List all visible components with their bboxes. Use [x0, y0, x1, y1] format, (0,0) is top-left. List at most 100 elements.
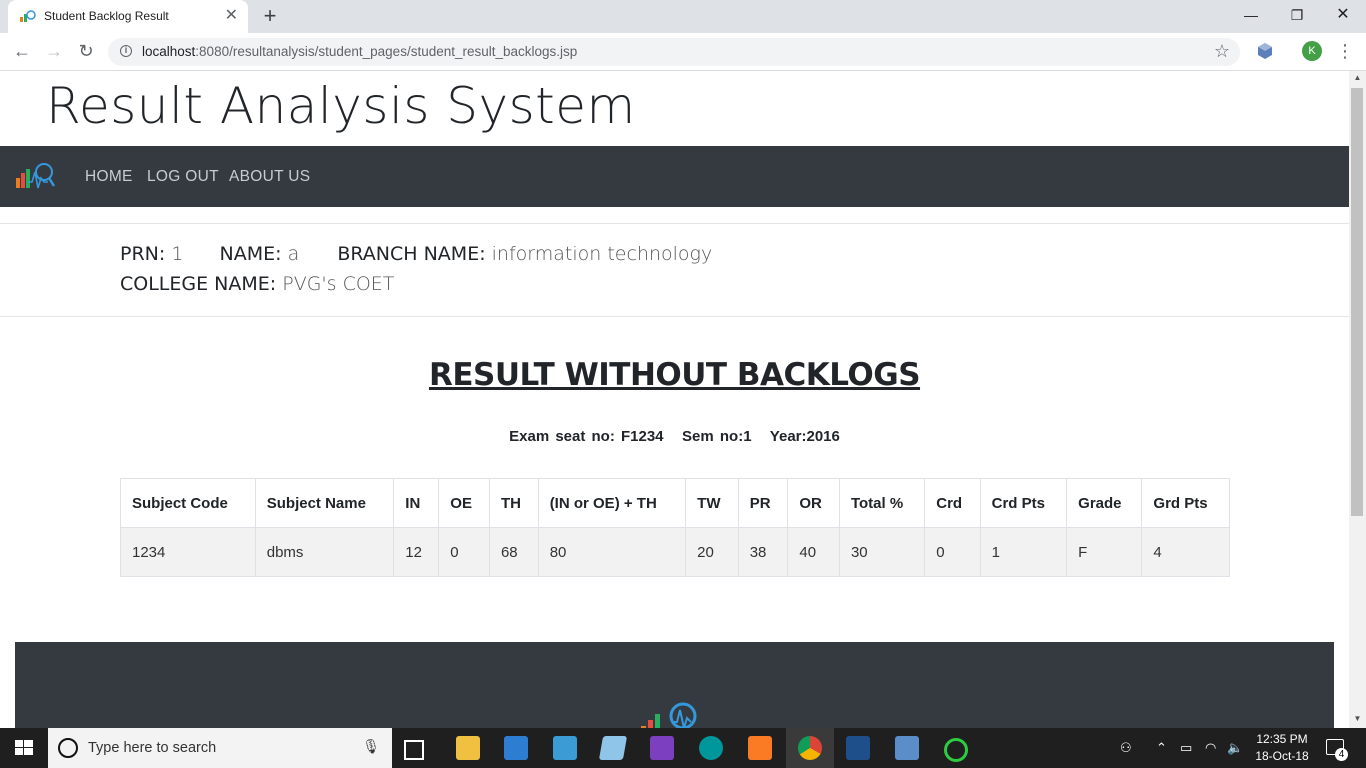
exam-year: Year:2016: [769, 428, 840, 445]
column-header: OE: [438, 478, 490, 528]
volume-icon[interactable]: 🔈: [1227, 740, 1243, 756]
student-info-line-2: COLLEGE NAME: PVG's COET: [120, 273, 394, 295]
tab-title: Student Backlog Result: [44, 9, 169, 23]
column-header: TH: [488, 478, 539, 528]
table-cell: 1: [979, 527, 1068, 577]
browser-menu-icon[interactable]: ⋮: [1336, 39, 1354, 63]
mysql-workbench-icon[interactable]: [846, 736, 870, 760]
column-header: Subject Code: [120, 478, 256, 528]
exam-seat-no: Exam seat no: F1234: [509, 428, 664, 445]
scroll-up-arrow-icon[interactable]: ▲: [1349, 73, 1366, 85]
table-cell: 12: [393, 527, 440, 577]
table-cell: F: [1066, 527, 1143, 577]
taskbar-clock[interactable]: 12:35 PM 18-Oct-18: [1252, 731, 1312, 765]
windows-start-icon[interactable]: [0, 728, 48, 768]
sem-no: Sem no:1: [682, 428, 752, 445]
scrollbar-thumb[interactable]: [1351, 88, 1363, 516]
table-cell: dbms: [254, 527, 395, 577]
main-navbar: HOME LOG OUT ABOUT US: [0, 146, 1349, 207]
info-icon[interactable]: i: [120, 45, 132, 57]
xampp-icon[interactable]: [748, 736, 772, 760]
scroll-down-arrow-icon[interactable]: ▼: [1349, 714, 1366, 726]
student-info-line-1: PRN: 1 NAME: a BRANCH NAME: information …: [120, 243, 712, 265]
college-value: PVG's COET: [282, 273, 395, 295]
app-window-icon[interactable]: [553, 736, 577, 760]
nav-home-link[interactable]: HOME: [85, 168, 133, 186]
windows-taskbar: Type here to search 🎙 ⚇ ⌃ ▭ ◠ 🔈 12:35 PM…: [0, 728, 1366, 768]
result-table: Subject Code Subject Name IN OE TH (IN o…: [120, 478, 1230, 577]
site-title: Result Analysis System: [46, 77, 636, 135]
divider: [0, 316, 1349, 317]
page-footer: [15, 642, 1334, 728]
table-header-row: Subject Code Subject Name IN OE TH (IN o…: [120, 478, 1230, 528]
nav-logout-link[interactable]: LOG OUT: [147, 168, 219, 186]
url-host: localhost: [142, 44, 196, 59]
file-explorer-icon[interactable]: [456, 736, 480, 760]
column-header: OR: [787, 478, 840, 528]
branch-label: BRANCH NAME:: [337, 243, 486, 265]
exam-details: Exam seat no: F1234 Sem no:1 Year:2016: [0, 428, 1349, 445]
table-cell: 20: [685, 527, 739, 577]
virtualbox-icon[interactable]: [895, 736, 919, 760]
chrome-icon[interactable]: [798, 736, 822, 760]
site-favicon-icon: [20, 10, 36, 22]
profile-avatar[interactable]: K: [1302, 41, 1322, 61]
column-header: Grade: [1066, 478, 1143, 528]
restore-icon[interactable]: ❐: [1274, 4, 1320, 28]
clock-time: 12:35 PM: [1256, 732, 1308, 746]
tab-close-icon[interactable]: ✕: [225, 6, 238, 26]
clock-date: 18-Oct-18: [1255, 749, 1309, 763]
name-label: NAME:: [219, 243, 282, 265]
browser-tab[interactable]: Student Backlog Result ✕: [8, 0, 248, 33]
address-bar[interactable]: i localhost:8080/resultanalysis/student_…: [108, 38, 1240, 66]
url-path: :8080/resultanalysis/student_pages/stude…: [195, 44, 578, 59]
column-header: Crd Pts: [979, 478, 1068, 528]
table-cell: 30: [838, 527, 926, 577]
microphone-icon[interactable]: 🎙: [362, 738, 380, 755]
phpstorm-icon[interactable]: [650, 736, 674, 760]
table-cell: 68: [488, 527, 539, 577]
column-header: IN: [393, 478, 440, 528]
site-logo-icon[interactable]: [14, 160, 56, 192]
branch-value: information technology: [491, 243, 713, 265]
page-viewport: Result Analysis System HOME LOG OUT ABOU…: [0, 71, 1349, 728]
url-text[interactable]: localhost:8080/resultanalysis/student_pa…: [142, 44, 577, 59]
minimize-icon[interactable]: —: [1228, 4, 1274, 28]
column-header: (IN or OE) + TH: [537, 478, 687, 528]
divider: [0, 223, 1349, 224]
prn-label: PRN:: [120, 243, 166, 265]
page-scrollbar[interactable]: ▲ ▼: [1349, 71, 1366, 728]
table-row: 1234 dbms 12 0 68 80 20 38 40 30 0 1 F 4: [120, 527, 1230, 577]
footer-logo-icon: [641, 702, 697, 728]
column-header: Grd Pts: [1141, 478, 1230, 528]
battery-icon[interactable]: ▭: [1180, 740, 1192, 756]
bookmark-star-icon[interactable]: ☆: [1214, 41, 1230, 62]
wifi-icon[interactable]: ◠: [1205, 740, 1216, 756]
table-cell: 0: [438, 527, 490, 577]
column-header: TW: [685, 478, 739, 528]
forward-arrow-icon[interactable]: →: [42, 39, 66, 63]
close-window-icon[interactable]: ✕: [1320, 4, 1366, 28]
result-heading: RESULT WITHOUT BACKLOGS: [428, 357, 921, 393]
extension-cube-icon[interactable]: [1256, 42, 1274, 60]
chevron-up-icon[interactable]: ⌃: [1156, 740, 1167, 756]
taskbar-search-box[interactable]: Type here to search 🎙: [48, 728, 392, 768]
new-tab-button[interactable]: +: [260, 4, 280, 28]
back-arrow-icon[interactable]: ←: [10, 39, 34, 63]
refresh-app-icon[interactable]: [944, 738, 968, 762]
reload-icon[interactable]: ↻: [74, 39, 98, 63]
arduino-icon[interactable]: [699, 736, 723, 760]
nav-about-us-link[interactable]: ABOUT US: [229, 168, 310, 186]
store-icon[interactable]: [504, 736, 528, 760]
table-cell: 40: [787, 527, 840, 577]
column-header: Crd: [924, 478, 981, 528]
cortana-icon: [58, 738, 78, 758]
people-icon[interactable]: ⚇: [1120, 740, 1132, 756]
table-cell: 4: [1141, 527, 1230, 577]
notification-badge: 4: [1335, 748, 1348, 761]
college-label: COLLEGE NAME:: [120, 273, 277, 295]
notes-icon[interactable]: [598, 736, 628, 760]
column-header: PR: [737, 478, 789, 528]
task-view-icon[interactable]: [404, 740, 424, 760]
table-cell: 1234: [120, 527, 256, 577]
